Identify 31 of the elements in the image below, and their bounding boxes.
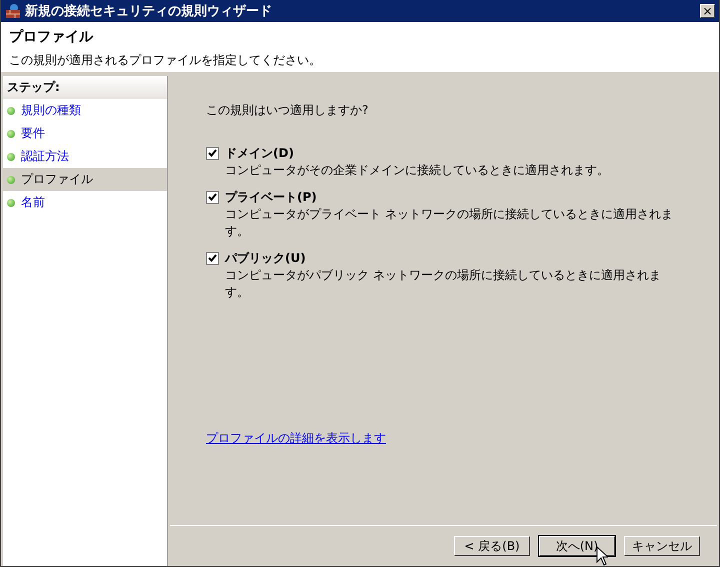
step-item[interactable]: 認証方法 <box>3 145 167 168</box>
firewall-icon <box>5 3 21 19</box>
steps-heading: ステップ: <box>3 76 167 99</box>
step-bullet-icon <box>7 106 15 114</box>
step-item[interactable]: 名前 <box>3 191 167 214</box>
question-text: この規則はいつ適用しますか? <box>206 102 370 119</box>
option-description: コンピュータがその企業ドメインに接続しているときに適用されます。 <box>225 162 610 179</box>
checkbox[interactable] <box>206 252 219 265</box>
page-title: プロファイル <box>9 28 93 46</box>
option-label: ドメイン(D) <box>225 145 295 162</box>
step-item[interactable]: 要件 <box>3 122 167 145</box>
mouse-cursor-icon <box>596 546 608 566</box>
dialog-button[interactable]: 次へ(N) <box>539 536 615 556</box>
checkbox[interactable] <box>206 147 219 160</box>
option-label: パブリック(U) <box>225 250 307 267</box>
step-bullet-icon <box>7 198 15 206</box>
dialog-button[interactable]: キャンセル <box>624 536 700 556</box>
step-item[interactable]: プロファイル <box>3 168 167 191</box>
step-bullet-icon <box>7 176 15 184</box>
checkbox[interactable] <box>206 191 219 204</box>
dialog-button[interactable]: < 戻る(B) <box>454 536 530 556</box>
close-button[interactable]: × <box>700 4 715 18</box>
step-bullet-icon <box>7 152 15 160</box>
option-description: コンピュータがプライベート ネットワークの場所に接続しているときに適用されます。 <box>225 206 674 240</box>
option-description: コンピュータがパブリック ネットワークの場所に接続しているときに適用されます。 <box>225 267 662 301</box>
page-subtitle: この規則が適用されるプロファイルを指定してください。 <box>9 52 322 69</box>
window-title: 新規の接続セキュリティの規則ウィザード <box>25 2 273 20</box>
step-item[interactable]: 規則の種類 <box>3 99 167 122</box>
option-label: プライベート(P) <box>225 189 318 206</box>
profile-details-link[interactable]: プロファイルの詳細を表示します <box>206 430 386 447</box>
step-bullet-icon <box>7 130 15 138</box>
